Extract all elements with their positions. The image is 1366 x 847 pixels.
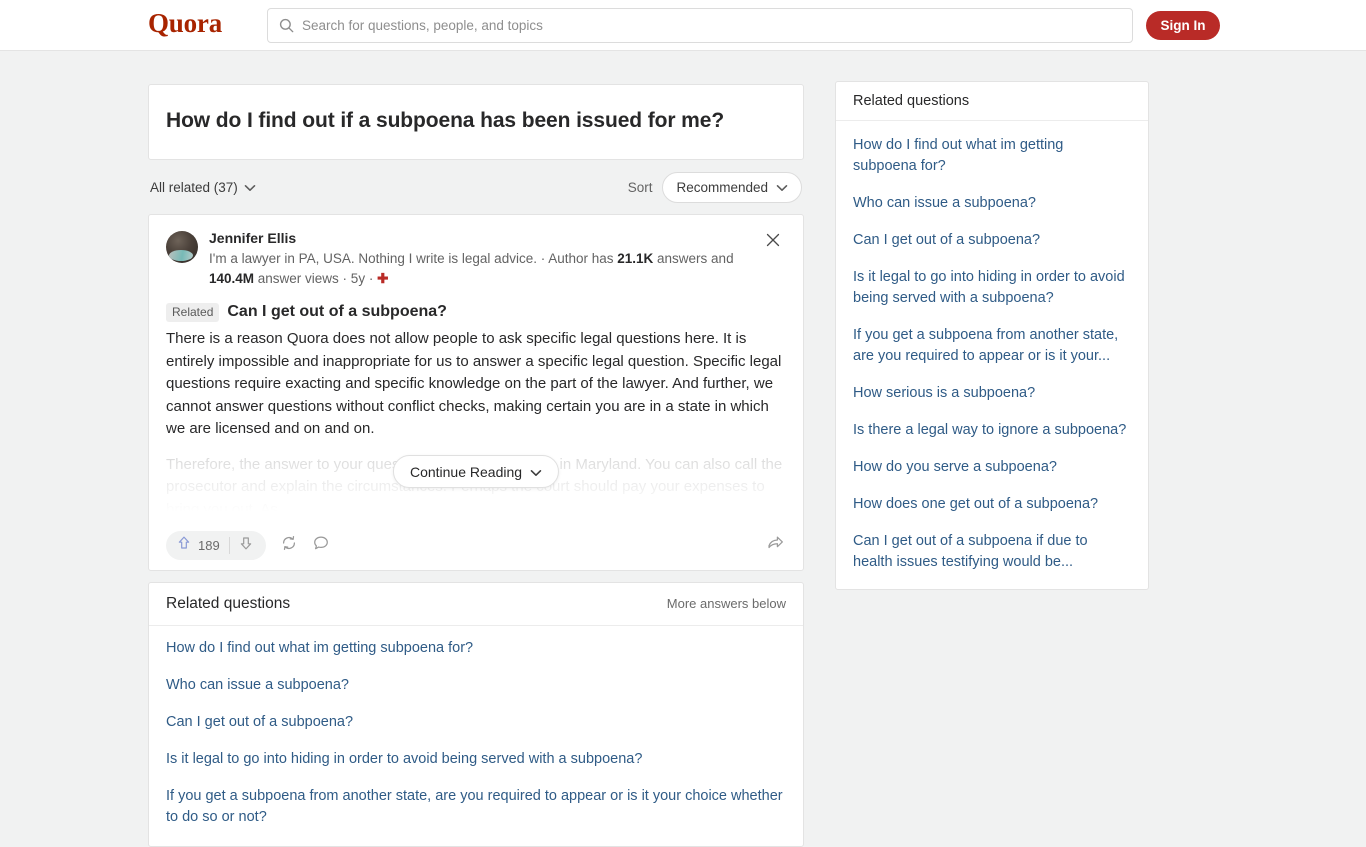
page-title: How do I find out if a subpoena has been… — [166, 109, 725, 132]
upvote-arrow-icon — [176, 535, 192, 556]
search-bar[interactable] — [267, 8, 1133, 43]
author-bio-text-2: answers and — [653, 251, 734, 266]
comment-bubble-icon — [312, 534, 330, 557]
main-content-column: How do I find out if a subpoena has been… — [148, 84, 804, 847]
sort-dropdown[interactable]: Recommended — [662, 171, 802, 203]
answer-card: Jennifer Ellis I'm a lawyer in PA, USA. … — [148, 214, 804, 571]
vote-pill: 189 — [166, 531, 266, 560]
sidebar-item-3[interactable]: Is it legal to go into hiding in order t… — [853, 267, 1131, 309]
sidebar-column: Related questions How do I find out what… — [835, 81, 1149, 590]
sort-label: Sort — [627, 179, 653, 195]
downvote-button[interactable] — [230, 531, 262, 560]
chevron-down-icon — [776, 180, 788, 195]
comment-button[interactable] — [312, 534, 330, 557]
author-bio: I'm a lawyer in PA, USA. Nothing I write… — [209, 249, 769, 289]
share-arrow-icon — [766, 536, 785, 557]
status-badge: Related — [166, 303, 220, 322]
sidebar-item-9[interactable]: Can I get out of a subpoena if due to he… — [853, 531, 1131, 573]
sidebar-item-0[interactable]: How do I find out what im getting subpoe… — [853, 135, 1131, 177]
close-icon[interactable] — [764, 231, 782, 249]
author-meta: Jennifer Ellis I'm a lawyer in PA, USA. … — [209, 229, 769, 289]
author-answers-count: 21.1K — [617, 251, 654, 266]
more-answers-below-label[interactable]: More answers below — [667, 596, 786, 611]
sidebar-item-6[interactable]: Is there a legal way to ignore a subpoen… — [853, 420, 1131, 441]
search-input[interactable] — [302, 10, 1092, 41]
downvote-arrow-icon — [238, 535, 254, 556]
answer-action-bar: 189 — [149, 522, 803, 570]
continue-reading-button[interactable]: Continue Reading — [392, 455, 560, 488]
avatar[interactable] — [166, 231, 198, 263]
sort-dropdown-value: Recommended — [676, 179, 768, 195]
list-item[interactable]: If you get a subpoena from another state… — [166, 786, 786, 828]
top-navigation-bar: Quora Sign In — [0, 0, 1366, 51]
chevron-down-icon — [530, 464, 542, 480]
author-bio-text-1: I'm a lawyer in PA, USA. Nothing I write… — [209, 251, 618, 266]
sidebar-item-5[interactable]: How serious is a subpoena? — [853, 383, 1131, 404]
question-card: How do I find out if a subpoena has been… — [148, 84, 804, 160]
search-icon — [279, 18, 294, 33]
sidebar-item-4[interactable]: If you get a subpoena from another state… — [853, 325, 1131, 367]
sidebar-heading: Related questions — [853, 93, 970, 109]
all-related-label: All related (37) — [150, 179, 238, 195]
sidebar-related-questions-card: Related questions How do I find out what… — [835, 81, 1149, 590]
upvote-count: 189 — [198, 538, 220, 553]
list-item[interactable]: How do I find out what im getting subpoe… — [166, 638, 786, 659]
related-questions-heading: Related questions — [166, 594, 291, 612]
follow-plus-icon[interactable]: ✚ — [377, 271, 388, 286]
sidebar-header: Related questions — [836, 82, 1148, 121]
continue-reading-label: Continue Reading — [409, 463, 523, 480]
chevron-down-icon — [244, 180, 256, 195]
share-button[interactable] — [766, 534, 785, 558]
upvote-button[interactable]: 189 — [166, 531, 229, 560]
list-item[interactable]: Can I get out of a subpoena? — [166, 712, 786, 733]
list-item[interactable]: Is it legal to go into hiding in order t… — [166, 749, 786, 770]
answer-related-question-row: Related Can I get out of a subpoena? — [166, 303, 786, 322]
author-name[interactable]: Jennifer Ellis — [209, 229, 769, 247]
answer-related-question[interactable]: Can I get out of a subpoena? — [227, 303, 447, 321]
answer-filter-row: All related (37) Sort Recommended — [148, 171, 804, 203]
sidebar-item-1[interactable]: Who can issue a subpoena? — [853, 193, 1131, 214]
author-row: Jennifer Ellis I'm a lawyer in PA, USA. … — [166, 229, 786, 289]
author-views-count: 140.4M — [209, 271, 255, 286]
page-body: How do I find out if a subpoena has been… — [0, 51, 1366, 847]
related-questions-list: How do I find out what im getting subpoe… — [149, 626, 803, 846]
sign-in-button[interactable]: Sign In — [1146, 11, 1220, 40]
answer-body-text: There is a reason Quora does not allow p… — [166, 330, 782, 437]
repost-icon — [280, 534, 298, 557]
all-related-filter[interactable]: All related (37) — [150, 180, 256, 195]
sidebar-item-2[interactable]: Can I get out of a subpoena? — [853, 230, 1131, 251]
sort-group: Sort Recommended — [627, 171, 802, 203]
sidebar-item-7[interactable]: How do you serve a subpoena? — [853, 457, 1131, 478]
related-questions-header: Related questions More answers below — [149, 583, 803, 626]
author-bio-text-3: answer views · 5y · — [254, 271, 378, 286]
quora-logo[interactable]: Quora — [148, 8, 222, 39]
sidebar-item-8[interactable]: How does one get out of a subpoena? — [853, 494, 1131, 515]
list-item[interactable]: Who can issue a subpoena? — [166, 675, 786, 696]
repost-button[interactable] — [280, 534, 298, 557]
sidebar-list: How do I find out what im getting subpoe… — [836, 121, 1148, 589]
related-questions-card: Related questions More answers below How… — [148, 581, 804, 847]
